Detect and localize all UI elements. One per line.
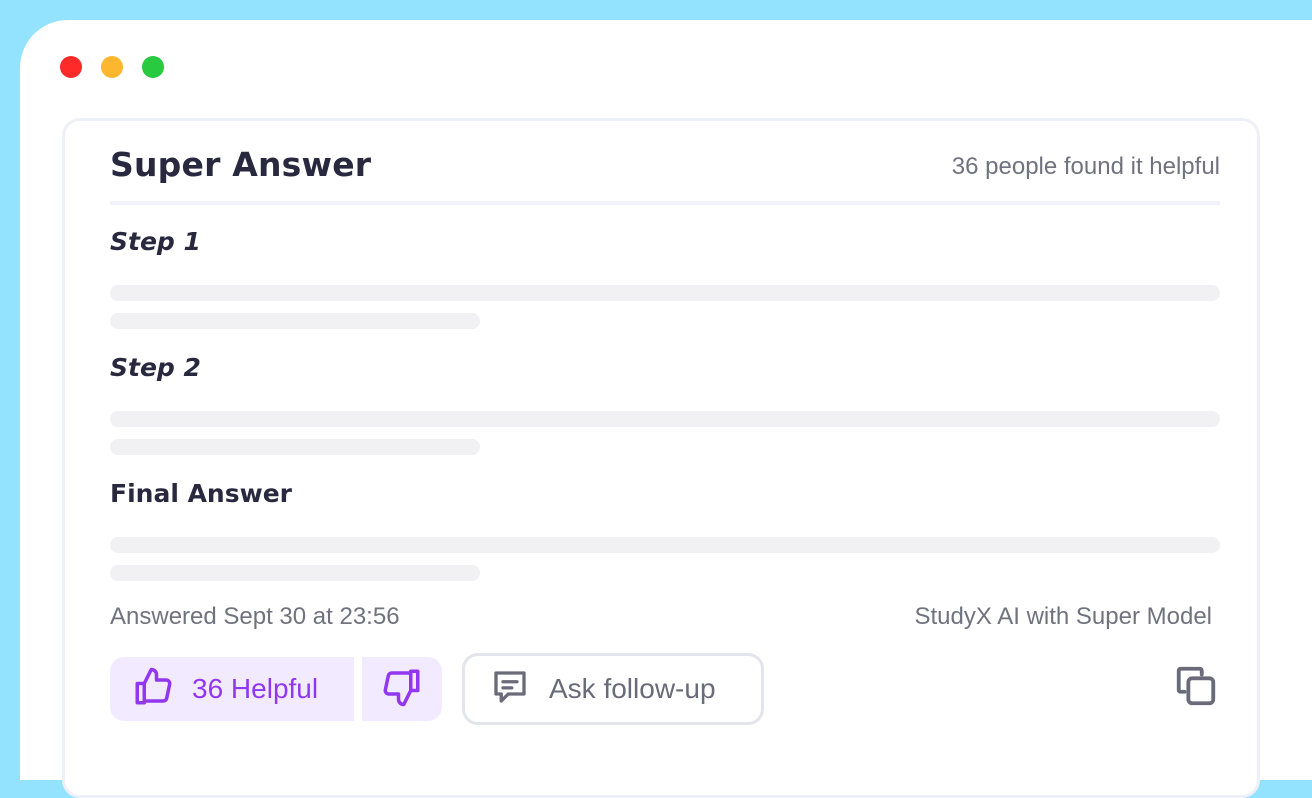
answer-header: Super Answer 36 people found it helpful	[110, 143, 1220, 205]
helpful-button[interactable]: 36 Helpful	[110, 657, 354, 721]
window-controls	[60, 56, 164, 78]
helpful-count-text: 36 people found it helpful	[951, 153, 1220, 180]
content-placeholder-line	[110, 537, 1220, 553]
helpful-label: 36 Helpful	[192, 673, 319, 704]
content-placeholder-line	[110, 411, 1220, 427]
thumbs-down-icon	[381, 666, 423, 713]
answer-actions: 36 Helpful Ask follow-up	[110, 653, 1220, 725]
content-placeholder-line	[110, 565, 480, 581]
copy-icon	[1173, 662, 1219, 715]
answer-title: Super Answer	[110, 145, 372, 184]
maximize-window-button[interactable]	[142, 56, 164, 78]
answered-timestamp: Answered Sept 30 at 23:56	[110, 603, 400, 630]
content-placeholder-line	[110, 439, 480, 455]
minimize-window-button[interactable]	[101, 56, 123, 78]
content-placeholder-line	[110, 313, 480, 329]
content-placeholder-line	[110, 285, 1220, 301]
step-2-title: Step 2	[110, 353, 201, 382]
unhelpful-button[interactable]	[362, 657, 442, 721]
chat-bubble-icon	[489, 666, 531, 713]
model-attribution: StudyX AI with Super Model	[914, 603, 1213, 630]
answer-card: Super Answer 36 people found it helpful …	[62, 118, 1260, 798]
final-answer-title: Final Answer	[110, 479, 292, 508]
app-window: Super Answer 36 people found it helpful …	[20, 20, 1312, 798]
step-1-title: Step 1	[110, 227, 201, 256]
ask-follow-up-button[interactable]: Ask follow-up	[462, 653, 764, 725]
copy-button[interactable]	[1172, 663, 1220, 713]
thumbs-up-icon	[132, 666, 174, 713]
ask-follow-up-label: Ask follow-up	[549, 673, 716, 704]
close-window-button[interactable]	[60, 56, 82, 78]
